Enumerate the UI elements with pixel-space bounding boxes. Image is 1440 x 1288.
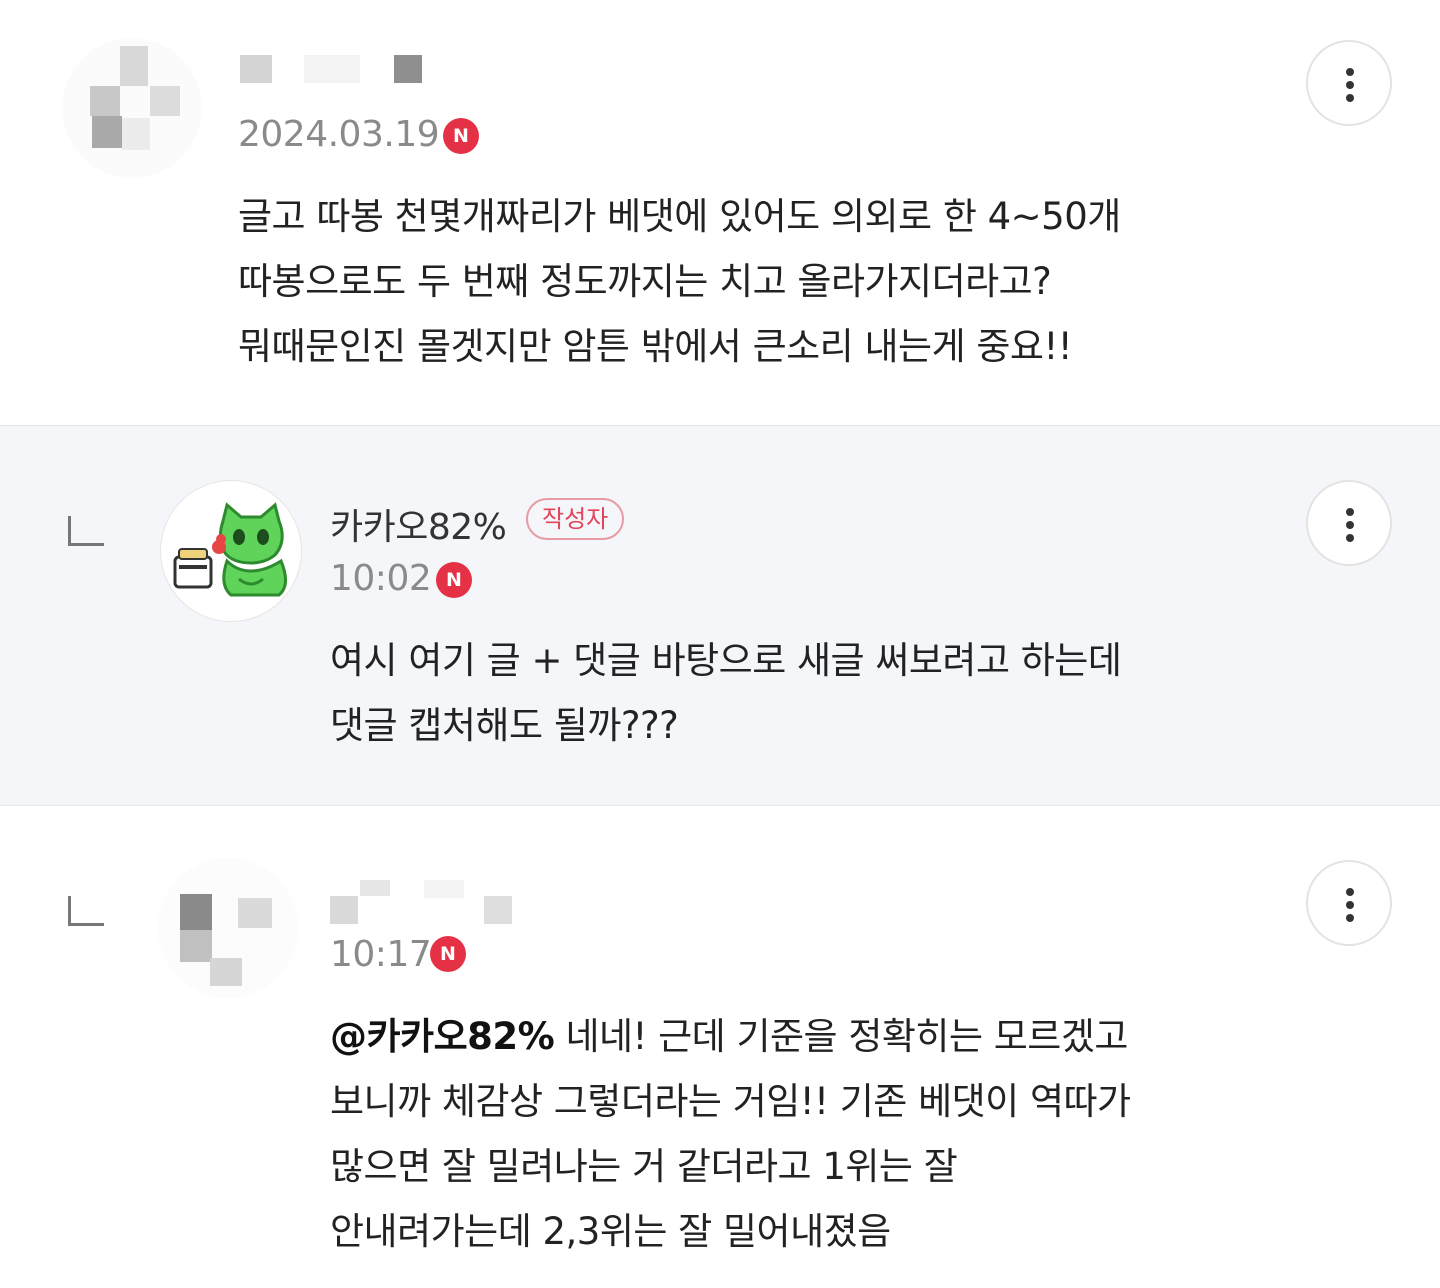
cat-character-icon [173, 502, 287, 597]
comment-body: @카카오82% 네네! 근데 기준을 정확히는 모르겠고 보니까 체감상 그렇더… [330, 1004, 1131, 1264]
more-vertical-icon-dot [1346, 901, 1354, 909]
reply-item: 10:17 N @카카오82% 네네! 근데 기준을 정확히는 모르겠고 보니까… [0, 806, 1440, 1288]
new-badge-icon: N [436, 562, 472, 598]
avatar[interactable] [158, 858, 298, 998]
more-vertical-icon [1346, 888, 1354, 896]
new-badge-icon: N [430, 936, 466, 972]
more-vertical-icon [1346, 508, 1354, 516]
comment-line: 뭐때문인진 몰겟지만 암튼 밖에서 큰소리 내는게 중요!! [238, 325, 1073, 368]
comment-line: 글고 따봉 천몇개짜리가 베댓에 있어도 의외로 한 4~50개 [238, 195, 1121, 238]
more-vertical-icon-dot [1346, 534, 1354, 542]
author-name-blurred [240, 55, 430, 85]
avatar[interactable] [62, 38, 202, 178]
author-name[interactable]: 카카오82% [330, 498, 507, 550]
more-options-button[interactable] [1306, 40, 1392, 126]
comment-date: 10:17 [330, 934, 432, 975]
author-name-blurred [330, 876, 520, 926]
comment-line: 안내려가는데 2,3위는 잘 밀어내졌음 [330, 1210, 891, 1253]
more-vertical-icon-dot [1346, 914, 1354, 922]
comment-text: 네네! 근데 기준을 정확히는 모르겠고 [554, 1015, 1128, 1058]
more-vertical-icon-dot [1346, 521, 1354, 529]
mention-link[interactable]: @카카오82% [330, 1015, 555, 1058]
more-vertical-icon-dot [1346, 81, 1354, 89]
comment-line: @카카오82% 네네! 근데 기준을 정확히는 모르겠고 [330, 1004, 1131, 1069]
more-vertical-icon [1346, 68, 1354, 76]
reply-arrow-icon [68, 516, 104, 546]
author-badge: 작성자 [526, 498, 625, 541]
more-vertical-icon-dot [1346, 94, 1354, 102]
comment-line: 여시 여기 글 + 댓글 바탕으로 새글 써보려고 하는데 [330, 639, 1122, 682]
comment-body: 글고 따봉 천몇개짜리가 베댓에 있어도 의외로 한 4~50개 따봉으로도 두… [238, 184, 1121, 379]
reply-item: 카카오82% 작성자 10:02 N 여시 여기 글 + 댓글 바탕으로 새글 … [0, 426, 1440, 806]
comment-body: 여시 여기 글 + 댓글 바탕으로 새글 써보려고 하는데 댓글 캡처해도 될까… [330, 628, 1122, 758]
comment-line: 보니까 체감상 그렇더라는 거임!! 기존 베댓이 역따가 [330, 1080, 1131, 1123]
comment-line: 많으면 잘 밀려나는 거 같더라고 1위는 잘 [330, 1145, 958, 1188]
comment-item: 2024.03.19 N 글고 따봉 천몇개짜리가 베댓에 있어도 의외로 한 … [0, 0, 1440, 426]
new-badge-icon: N [443, 118, 479, 154]
comment-line: 따봉으로도 두 번째 정도까지는 치고 올라가지더라고? [238, 260, 1052, 303]
more-options-button[interactable] [1306, 480, 1392, 566]
comment-line: 댓글 캡처해도 될까??? [330, 704, 679, 747]
more-options-button[interactable] [1306, 860, 1392, 946]
comment-date: 10:02 [330, 558, 432, 599]
avatar[interactable] [160, 480, 302, 622]
reply-arrow-icon [68, 896, 104, 926]
comment-date: 2024.03.19 [238, 114, 440, 155]
